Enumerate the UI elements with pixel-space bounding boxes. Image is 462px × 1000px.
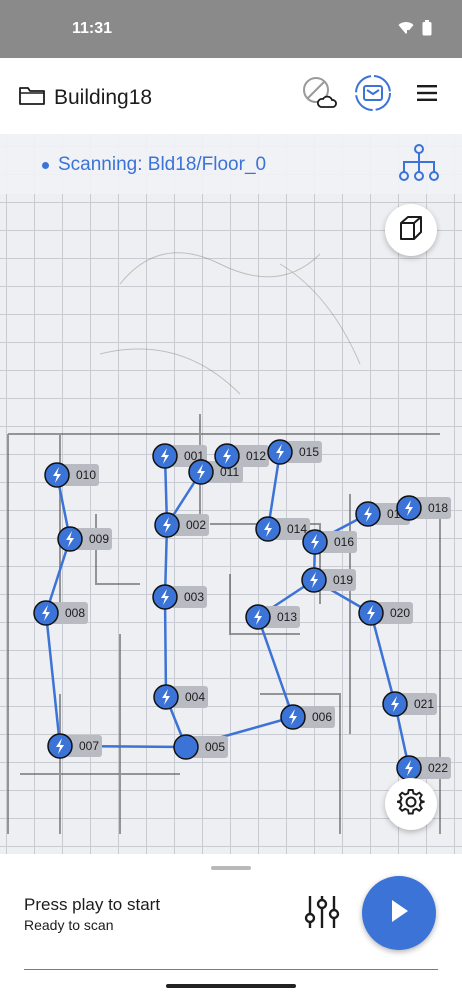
scan-point-label: 009 bbox=[89, 532, 109, 546]
view-3d-button[interactable] bbox=[385, 204, 437, 256]
play-icon bbox=[386, 897, 412, 930]
scan-point-label: 013 bbox=[277, 610, 297, 624]
scan-point-label: 003 bbox=[184, 590, 204, 604]
graph-edge bbox=[256, 616, 295, 718]
app-actions bbox=[300, 74, 446, 117]
battery-icon bbox=[422, 20, 432, 41]
cube-icon bbox=[397, 214, 425, 247]
scan-point[interactable]: 008 bbox=[33, 600, 88, 626]
scan-point-label: 015 bbox=[299, 445, 319, 459]
scan-point-label: 002 bbox=[186, 518, 206, 532]
scan-point-label: 007 bbox=[79, 739, 99, 753]
status-icons bbox=[398, 20, 432, 41]
scan-prompt-title: Press play to start bbox=[24, 895, 161, 914]
scan-point-label: 016 bbox=[334, 535, 354, 549]
menu-button[interactable] bbox=[408, 76, 446, 114]
hierarchy-icon bbox=[398, 144, 440, 188]
scan-point[interactable]: 005 bbox=[173, 734, 228, 760]
folder-icon bbox=[18, 84, 46, 111]
scan-point-marker[interactable] bbox=[173, 734, 199, 760]
app-title: Building18 bbox=[54, 85, 153, 109]
project-selector[interactable]: Building18 bbox=[18, 84, 152, 111]
scan-point[interactable]: 019 bbox=[301, 567, 356, 593]
adjust-button[interactable] bbox=[302, 892, 342, 932]
menu-icon bbox=[417, 84, 437, 107]
scan-point[interactable]: 007 bbox=[47, 733, 102, 759]
graph-edge bbox=[163, 596, 168, 698]
scan-point[interactable]: 015 bbox=[267, 439, 322, 465]
settings-button[interactable] bbox=[385, 778, 437, 830]
scan-point[interactable]: 021 bbox=[382, 691, 437, 717]
bottom-panel: Press play to start Ready to scan bbox=[0, 854, 462, 1000]
hierarchy-button[interactable] bbox=[398, 144, 440, 184]
scan-point-label: 018 bbox=[428, 501, 448, 515]
scan-point[interactable]: 022 bbox=[396, 755, 451, 781]
cloud-off-button[interactable] bbox=[300, 76, 338, 114]
scan-point[interactable]: 002 bbox=[154, 512, 209, 538]
wifi-icon bbox=[398, 21, 414, 40]
scan-point-label: 012 bbox=[246, 449, 266, 463]
scan-point-label: 021 bbox=[414, 697, 434, 711]
scan-point[interactable]: 004 bbox=[153, 684, 208, 710]
graph-edge bbox=[369, 612, 397, 705]
app-bar: Building18 bbox=[0, 58, 462, 134]
scan-point-label: 004 bbox=[185, 690, 205, 704]
scan-point[interactable]: 018 bbox=[396, 495, 451, 521]
scan-point[interactable]: 016 bbox=[302, 529, 357, 555]
scan-point[interactable]: 003 bbox=[152, 584, 207, 610]
scan-prompt-subtitle: Ready to scan bbox=[24, 917, 114, 933]
cloud-off-icon bbox=[301, 75, 337, 116]
status-time: 11:31 bbox=[72, 20, 113, 37]
drag-handle[interactable] bbox=[211, 866, 251, 870]
scan-point-label: 014 bbox=[287, 522, 307, 536]
scan-banner: Scanning: Bld18/Floor_0 bbox=[0, 134, 462, 194]
scanner-button[interactable] bbox=[354, 74, 392, 117]
divider bbox=[24, 969, 438, 970]
scan-point-label: 006 bbox=[312, 710, 332, 724]
play-button[interactable] bbox=[362, 876, 436, 950]
scan-point[interactable]: 010 bbox=[44, 462, 99, 488]
scan-point-label: 010 bbox=[76, 468, 96, 482]
scan-point[interactable]: 013 bbox=[245, 604, 300, 630]
scan-status-text: Scanning: Bld18/Floor_0 bbox=[58, 154, 267, 175]
scan-point[interactable]: 006 bbox=[280, 704, 335, 730]
scan-point-label: 005 bbox=[205, 740, 225, 754]
scan-point-label: 008 bbox=[65, 606, 85, 620]
scanner-icon bbox=[354, 74, 392, 117]
floor-map[interactable]: 001 002 003 004 005 006 007 008 009 010 011 012 013 0… bbox=[0, 134, 462, 854]
scan-point-label: 020 bbox=[390, 606, 410, 620]
scan-point[interactable]: 012 bbox=[214, 443, 269, 469]
scan-point[interactable]: 009 bbox=[57, 526, 112, 552]
scan-point[interactable]: 014 bbox=[255, 516, 310, 542]
scan-point[interactable]: 020 bbox=[358, 600, 413, 626]
status-bar: 11:31 bbox=[0, 0, 462, 58]
sliders-icon bbox=[302, 896, 342, 936]
scan-point-label: 022 bbox=[428, 761, 448, 775]
graph-edge bbox=[44, 612, 62, 747]
home-indicator[interactable] bbox=[166, 984, 296, 988]
gear-icon bbox=[396, 788, 425, 821]
scan-point-label: 019 bbox=[333, 573, 353, 587]
scan-status-dot bbox=[42, 162, 49, 169]
